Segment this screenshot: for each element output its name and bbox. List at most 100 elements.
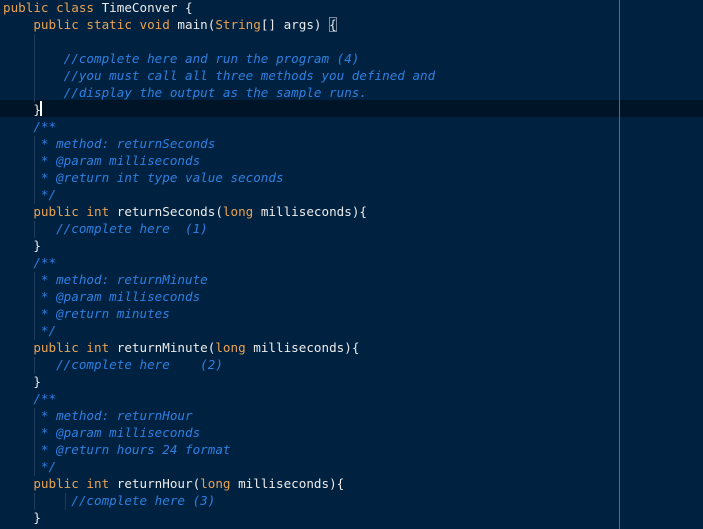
code-line[interactable]: public class TimeConver { [3,0,193,16]
code-line[interactable]: } [3,373,41,390]
code-editor[interactable]: public class TimeConver { public static … [0,0,703,529]
code-line[interactable]: public int returnMinute(long millisecond… [3,339,359,356]
code-line[interactable]: //complete here (2) [3,356,223,373]
comment-token: * @param milliseconds [33,153,201,168]
punctuation-token: } [33,238,41,253]
identifier-token: returnSeconds( [116,204,223,219]
code-line[interactable]: /** [3,254,56,271]
comment-token: //complete here (3) [33,493,216,508]
comment-token: //complete here and run the program (4) [63,51,360,66]
code-line[interactable]: /** [3,390,56,407]
code-line[interactable]: //you must call all three methods you de… [3,67,436,84]
comment-token: /** [33,119,57,134]
comment-token: //display the output as the sample runs. [63,85,367,100]
comment-token: * method: returnMinute [33,272,208,287]
comment-token: */ [33,323,57,338]
code-line[interactable]: } [3,101,41,118]
comment-token: * @param milliseconds [33,425,201,440]
comment-token: /** [33,255,57,270]
current-line-highlight [0,100,703,117]
code-line[interactable]: public int returnHour(long milliseconds)… [3,475,344,492]
identifier-token: [] args) [260,17,330,32]
code-line[interactable]: * method: returnHour [3,407,193,424]
code-line[interactable]: */ [3,458,56,475]
code-line[interactable]: */ [3,186,56,203]
comment-token: * method: returnHour [33,408,193,423]
identifier-token: milliseconds){ [238,476,345,491]
code-line[interactable]: */ [3,322,56,339]
comment-token: * method: returnSeconds [33,136,216,151]
code-line[interactable]: public static void main(String[] args) { [3,16,337,33]
identifier-token: main( [177,17,216,32]
identifier-token: returnHour( [116,476,201,491]
code-line[interactable]: //display the output as the sample runs. [3,84,367,101]
code-line[interactable]: //complete here (1) [3,220,208,237]
code-line[interactable]: * @param milliseconds [3,152,200,169]
comment-token: //complete here (2) [33,357,223,372]
comment-token: */ [33,187,57,202]
code-line[interactable]: } [3,237,41,254]
comment-token: /** [33,391,57,406]
identifier-token: returnMinute( [116,340,216,355]
comment-token: * @return int type value seconds [33,170,284,185]
code-line[interactable]: /** [3,118,56,135]
code-line[interactable]: * @param milliseconds [3,288,200,305]
identifier-token: milliseconds){ [253,340,360,355]
code-line[interactable]: //complete here and run the program (4) [3,50,360,67]
comment-token: * @return minutes [33,306,170,321]
code-line[interactable]: * method: returnMinute [3,271,208,288]
keyword-token: long [200,476,239,491]
code-line[interactable]: * @return int type value seconds [3,169,284,186]
type-token: String [215,17,261,32]
keyword-token: public int [33,204,117,219]
code-line[interactable]: //complete here (3) [3,492,215,509]
keyword-token: long [222,204,261,219]
keyword-token: public class [3,0,102,15]
code-line[interactable]: * @return minutes [3,305,170,322]
comment-token: //complete here (1) [33,221,208,236]
text-cursor [40,101,42,116]
code-line[interactable]: public int returnSeconds(long millisecon… [3,203,367,220]
keyword-token: public static void [33,17,178,32]
punctuation-token: { [329,17,337,32]
keyword-token: long [215,340,254,355]
punctuation-token: } [33,510,41,525]
identifier-token: milliseconds){ [260,204,367,219]
code-line[interactable]: * @return hours 24 format [3,441,231,458]
comment-token: * @param milliseconds [33,289,201,304]
code-line[interactable]: * @param milliseconds [3,424,200,441]
column-ruler [619,0,620,529]
punctuation-token: { [184,0,193,15]
keyword-token: public int [33,340,117,355]
code-line[interactable]: } [3,509,41,526]
comment-token: */ [33,459,57,474]
code-line[interactable]: * method: returnSeconds [3,135,215,152]
punctuation-token: } [33,374,41,389]
